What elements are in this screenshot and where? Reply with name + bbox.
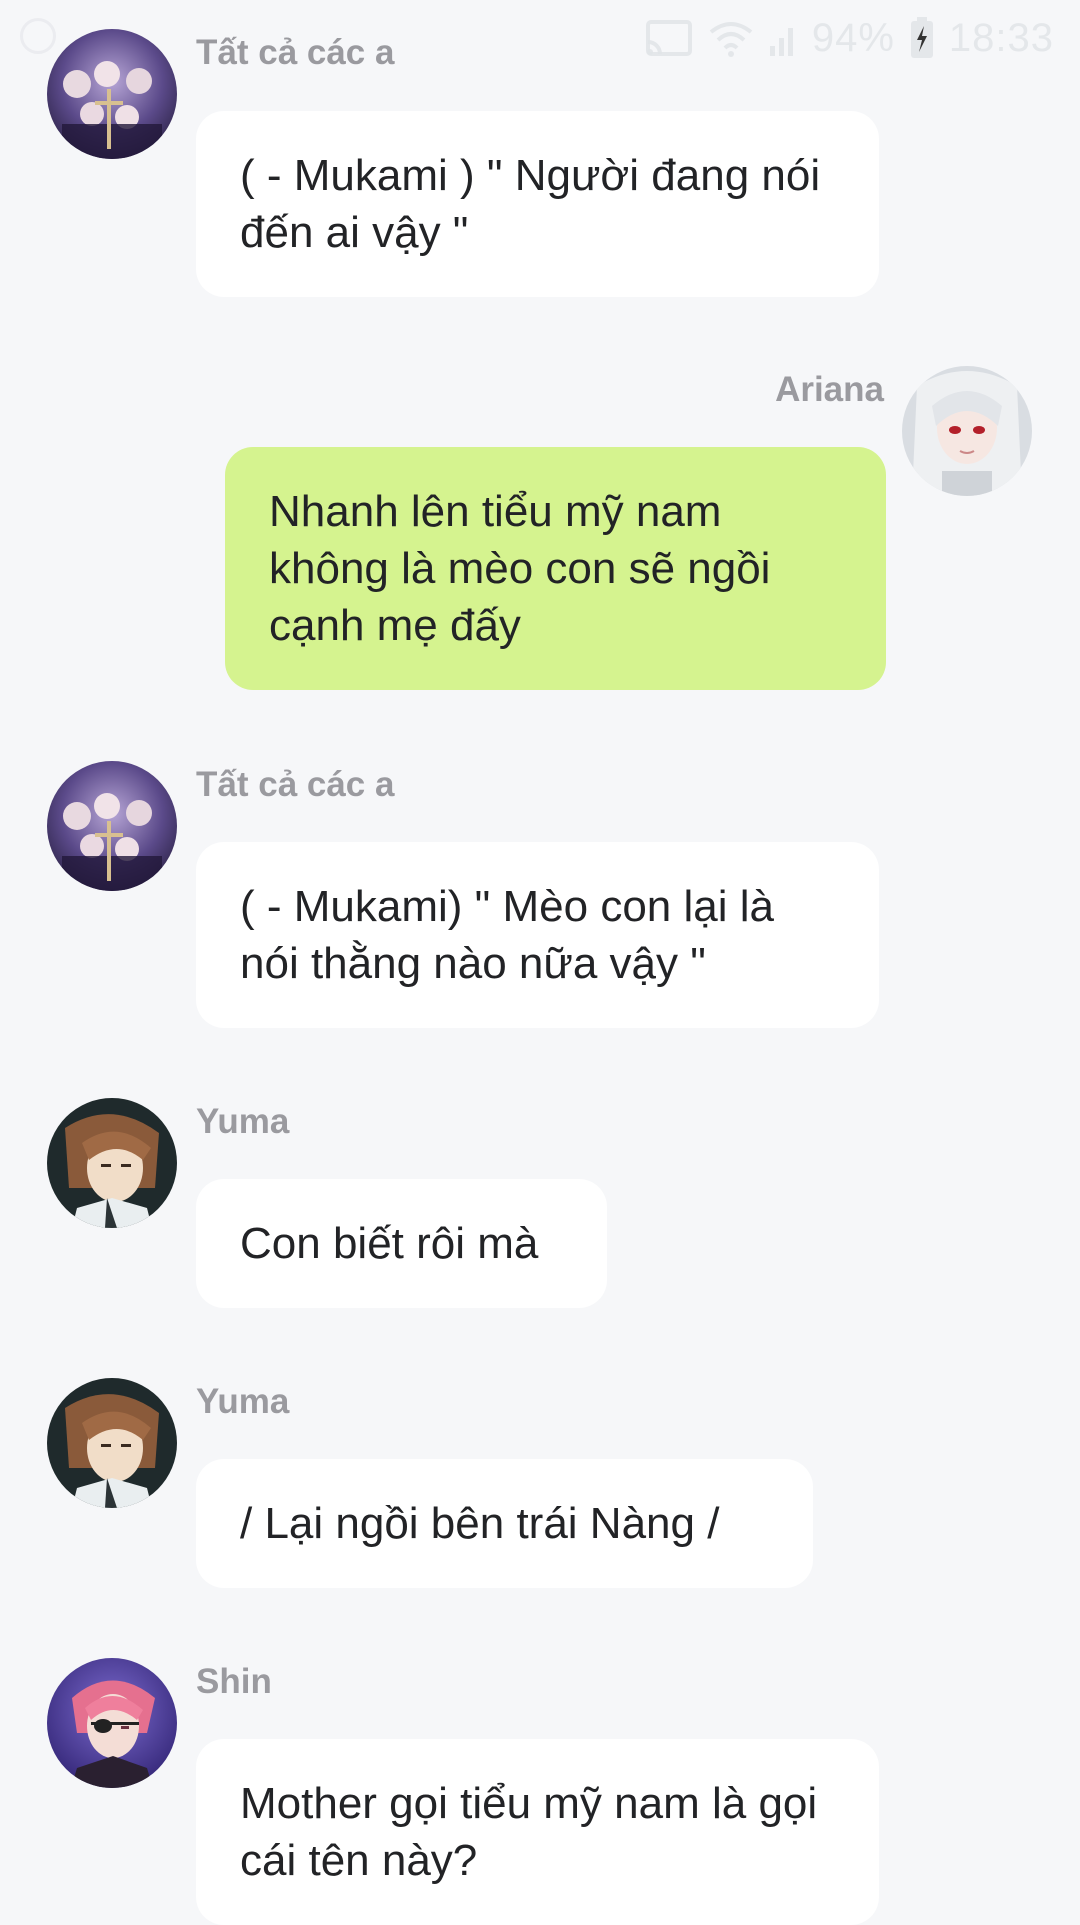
message-bubble[interactable]: Con biết rôi mà — [196, 1179, 607, 1308]
yuma-avatar[interactable] — [47, 1378, 177, 1508]
group-avatar[interactable] — [47, 761, 177, 891]
sender-name: Yuma — [196, 1102, 290, 1141]
yuma-avatar[interactable] — [47, 1098, 177, 1228]
ariana-avatar[interactable] — [902, 366, 1032, 496]
group-avatar[interactable] — [47, 29, 177, 159]
message-bubble[interactable]: / Lại ngồi bên trái Nàng / — [196, 1459, 813, 1588]
chat-thread[interactable]: Tất cả các a ( - Mukami ) " Người đang n… — [0, 0, 1080, 1925]
message-bubble[interactable]: Mother gọi tiểu mỹ nam là gọi cái tên nà… — [196, 1739, 879, 1925]
sender-name: Ariana — [775, 370, 884, 409]
message-bubble[interactable]: ( - Mukami) " Mèo con lại là nói thằng n… — [196, 842, 879, 1028]
sender-name: Yuma — [196, 1382, 290, 1421]
sender-name: Tất cả các a — [196, 765, 395, 804]
sender-name: Shin — [196, 1662, 272, 1701]
message-bubble[interactable]: ( - Mukami ) " Người đang nói đến ai vậy… — [196, 111, 879, 297]
sender-name: Tất cả các a — [196, 33, 395, 72]
shin-avatar[interactable] — [47, 1658, 177, 1788]
message-bubble-outgoing[interactable]: Nhanh lên tiểu mỹ nam không là mèo con s… — [225, 447, 886, 690]
